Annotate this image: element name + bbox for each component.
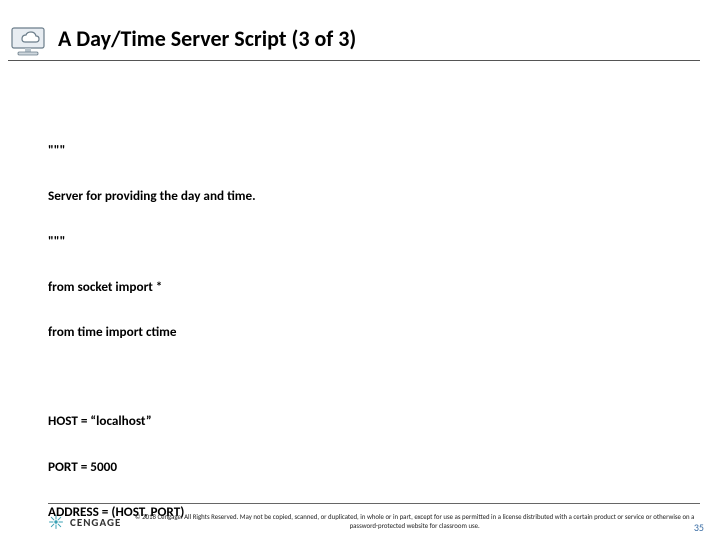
code-line: from time import ctime <box>48 324 660 339</box>
code-line: PORT = 5000 <box>48 459 660 474</box>
slide-title: A Day/Time Server Script (3 of 3) <box>58 26 356 58</box>
code-line: HOST = “localhost” <box>48 413 660 428</box>
code-block: """ Server for providing the day and tim… <box>48 112 660 540</box>
title-row: A Day/Time Server Script (3 of 3) <box>0 0 720 58</box>
code-line: """ <box>48 142 660 157</box>
copyright-text: © 2018 Cengage. All Rights Reserved. May… <box>121 513 708 530</box>
code-line: Server for providing the day and time. <box>48 188 660 203</box>
code-line: """ <box>48 233 660 248</box>
code-line: from socket import * <box>48 279 660 294</box>
asterisk-burst-icon <box>48 514 64 530</box>
slide: A Day/Time Server Script (3 of 3) """ Se… <box>0 0 720 540</box>
brand-logo: CENGAGE <box>48 514 121 530</box>
title-underline <box>8 60 700 61</box>
brand-name: CENGAGE <box>70 516 121 529</box>
cloud-monitor-icon <box>8 24 48 58</box>
footer-divider <box>48 503 700 504</box>
footer: CENGAGE © 2018 Cengage. All Rights Reser… <box>0 513 720 530</box>
page-number: 35 <box>694 521 704 534</box>
